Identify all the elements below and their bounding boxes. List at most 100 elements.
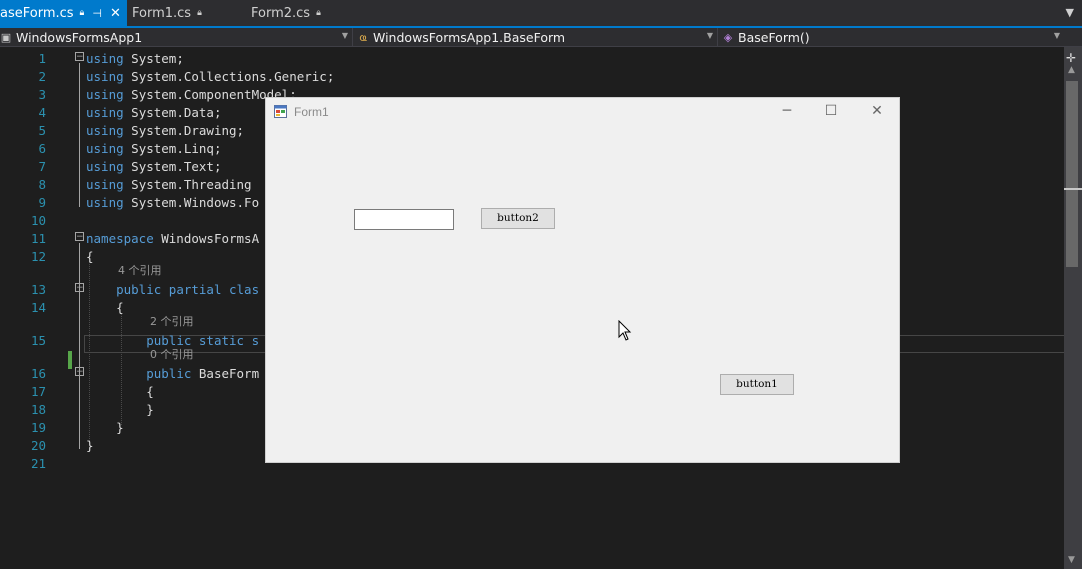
line-number: 16: [30, 366, 46, 381]
line-number: 20: [30, 438, 46, 453]
code-text: public partial clas: [86, 281, 259, 299]
type-name: WindowsFormsApp1.BaseForm: [373, 29, 566, 45]
keyword-token: using: [86, 159, 124, 174]
codelens-method-refs[interactable]: 2 个引用: [150, 314, 194, 330]
keyword-token: using: [86, 177, 124, 192]
line-number: 19: [30, 420, 46, 435]
code-text: {: [86, 248, 94, 266]
code-token: {: [86, 249, 94, 264]
project-icon: ▣: [0, 30, 12, 44]
line-number: 14: [30, 300, 46, 315]
method-icon: ◈: [723, 30, 733, 44]
code-text: {: [86, 299, 124, 317]
keyword-token: using: [86, 87, 124, 102]
scroll-up-icon[interactable]: ▲: [1068, 65, 1075, 75]
line-number: 12: [30, 249, 46, 264]
code-token: }: [86, 402, 154, 417]
caret-position-marker: [1064, 188, 1082, 190]
code-token: System;: [123, 51, 184, 66]
form1-title-bar[interactable]: Form1 ─ ☐ ✕: [266, 98, 899, 126]
code-text: using System.Data;: [86, 104, 221, 122]
line-number: 9: [38, 195, 46, 210]
line-number: 4: [38, 105, 46, 120]
code-token: BaseForm: [191, 366, 260, 381]
tab-label: Form1.cs: [132, 5, 192, 21]
code-token: System.Data;: [123, 105, 222, 120]
project-name: WindowsFormsApp1: [16, 29, 143, 45]
type-dropdown[interactable]: ҩ WindowsFormsApp1.BaseForm ▼: [357, 28, 718, 46]
code-line[interactable]: 1 using System;: [0, 50, 1064, 68]
split-window-icon[interactable]: ✛: [1066, 51, 1076, 65]
code-text: namespace WindowsFormsA: [86, 230, 259, 248]
line-number: 10: [30, 213, 46, 228]
button2[interactable]: button2: [481, 208, 555, 229]
code-text: using System.Drawing;: [86, 122, 244, 140]
code-token: {: [86, 300, 124, 315]
vertical-scrollbar[interactable]: ✛ ▲ ▼: [1064, 47, 1082, 569]
tab-form1[interactable]: Form1.cs 🔒︎: [124, 0, 244, 26]
code-token: }: [86, 420, 124, 435]
tab-form2[interactable]: Form2.cs 🔒︎: [243, 0, 363, 26]
code-text: {: [86, 383, 154, 401]
code-text: using System;: [86, 50, 184, 68]
line-number: 13: [30, 282, 46, 297]
form-app-icon: [274, 105, 287, 118]
code-token: WindowsFormsA: [153, 231, 260, 246]
code-text: using System.Text;: [86, 158, 221, 176]
class-icon: ҩ: [359, 30, 367, 44]
collapse-usings-toggle[interactable]: −: [75, 52, 84, 62]
line-number: 7: [38, 159, 46, 174]
tab-label: Form2.cs: [251, 5, 311, 21]
code-line[interactable]: 2 using System.Collections.Generic;: [0, 68, 1064, 86]
keyword-token: using: [86, 195, 124, 210]
code-token: System.Linq;: [123, 141, 222, 156]
code-token: System.Threading: [123, 177, 252, 192]
keyword-token: namespace: [86, 231, 154, 246]
collapse-ctor-toggle[interactable]: −: [75, 367, 84, 377]
chevron-down-icon: ▼: [706, 31, 713, 40]
code-text: }: [86, 437, 94, 455]
code-token: System.Windows.Fo: [123, 195, 260, 210]
tab-label: aseForm.cs: [0, 5, 74, 21]
keyword-token: using: [86, 123, 124, 138]
scrollbar-thumb[interactable]: [1066, 81, 1078, 267]
maximize-button[interactable]: ☐: [821, 102, 841, 122]
form-title: Form1: [294, 105, 329, 119]
codelens-class-refs[interactable]: 4 个引用: [118, 263, 162, 279]
chevron-down-icon: ▼: [1053, 31, 1060, 40]
close-button[interactable]: ✕: [867, 102, 887, 122]
code-text: }: [86, 401, 154, 419]
collapse-namespace-toggle[interactable]: −: [75, 232, 84, 242]
close-tab-icon[interactable]: ✕: [110, 6, 121, 21]
code-text: public BaseForm: [86, 365, 259, 383]
codelens-ctor-refs[interactable]: 0 个引用: [150, 347, 194, 363]
keyword-token: using: [86, 141, 124, 156]
code-token: {: [86, 384, 154, 399]
collapse-class-toggle[interactable]: −: [75, 283, 84, 293]
document-tab-bar: aseForm.cs 🔒︎ ⊣ ✕ Form1.cs 🔒︎ Form2.cs 🔒…: [0, 0, 1082, 28]
keyword-token: public partial clas: [116, 282, 260, 297]
line-number: 3: [38, 87, 46, 102]
lock-icon: 🔒︎: [316, 8, 321, 18]
code-text: using System.Threading: [86, 176, 252, 194]
scroll-down-icon[interactable]: ▼: [1068, 555, 1075, 565]
minimize-button[interactable]: ─: [777, 102, 797, 122]
text-box[interactable]: [354, 209, 454, 230]
line-number: 18: [30, 402, 46, 417]
tab-overflow-icon[interactable]: ▼: [1066, 6, 1074, 19]
keyword-token: using: [86, 51, 124, 66]
pin-icon[interactable]: ⊣: [92, 7, 102, 20]
button1[interactable]: button1: [720, 374, 794, 395]
code-text: }: [86, 419, 124, 437]
line-number: 17: [30, 384, 46, 399]
keyword-token: using: [86, 69, 124, 84]
tab-baseform[interactable]: aseForm.cs 🔒︎ ⊣ ✕: [0, 0, 127, 26]
line-number: 8: [38, 177, 46, 192]
project-dropdown[interactable]: ▣ WindowsFormsApp1 ▼: [0, 28, 353, 46]
keyword-token: using: [86, 105, 124, 120]
member-dropdown[interactable]: ◈ BaseForm() ▼: [722, 28, 1064, 46]
line-number: 2: [38, 69, 46, 84]
lock-icon: 🔒︎: [79, 8, 85, 18]
